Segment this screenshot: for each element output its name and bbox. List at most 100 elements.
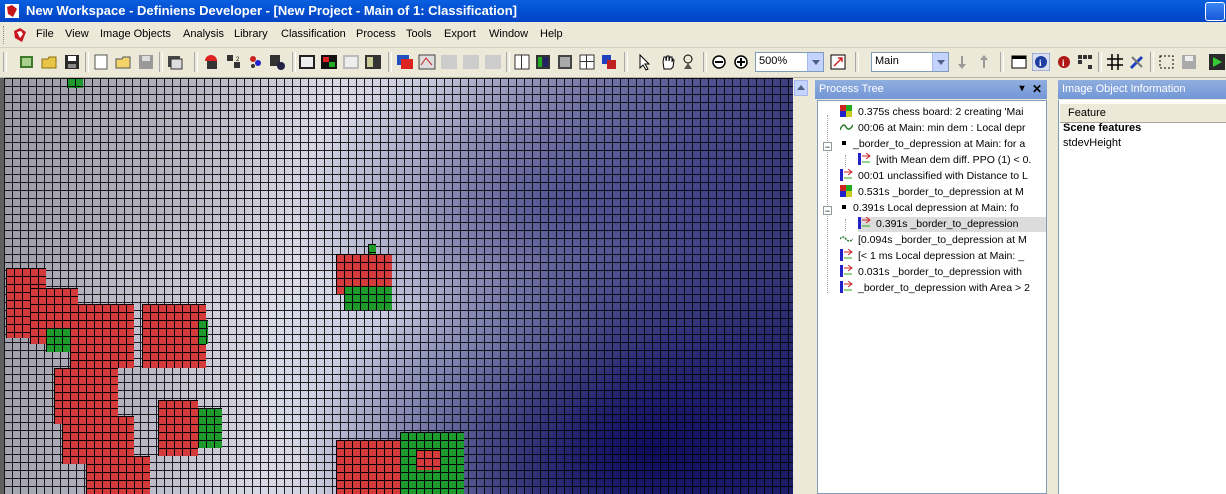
classified-object[interactable]	[198, 408, 222, 448]
close-icon[interactable]: ✕	[1030, 82, 1044, 96]
classified-object[interactable]	[142, 304, 206, 368]
classified-object[interactable]	[46, 328, 70, 352]
tools-icon[interactable]	[1128, 53, 1146, 71]
feature-column-header[interactable]: Feature	[1060, 104, 1226, 123]
classified-object[interactable]	[158, 400, 198, 456]
view-gutter	[793, 78, 815, 494]
menu-file[interactable]: File	[36, 28, 54, 40]
show-polygons-icon[interactable]	[440, 53, 458, 71]
tree-row[interactable]: 00:06 at Main: min dem : Local depr	[840, 121, 1026, 136]
menu-process[interactable]: Process	[356, 28, 396, 40]
menu-window[interactable]: Window	[489, 28, 528, 40]
level-select[interactable]: Main	[871, 52, 949, 72]
tree-row[interactable]: 00:01 unclassified with Distance to L	[840, 169, 1028, 184]
pointer-icon[interactable]	[636, 53, 654, 71]
tree-row[interactable]: _border_to_depression at Main: for a	[840, 137, 1025, 152]
collapse-icon[interactable]: −	[823, 142, 832, 152]
tree-row[interactable]: [with Mean dem diff. PPO (1) < 0.	[858, 153, 1031, 168]
new-project-icon[interactable]	[92, 53, 110, 71]
window-icon[interactable]	[1010, 53, 1028, 71]
menu-grip[interactable]	[3, 26, 7, 44]
object-info-icon[interactable]: i	[1055, 53, 1073, 71]
classified-object[interactable]	[86, 456, 150, 494]
tree-row[interactable]: 0.031s _border_to_depression with	[840, 265, 1022, 280]
menu-help[interactable]: Help	[540, 28, 563, 40]
menu-library[interactable]: Library	[234, 28, 268, 40]
zoom-level-select[interactable]: 500%	[755, 52, 824, 72]
zoom-to-window-icon[interactable]	[829, 53, 847, 71]
zoom-level-value: 500%	[759, 55, 788, 67]
menu-classification[interactable]: Classification	[281, 28, 346, 40]
image-view[interactable]	[0, 78, 793, 494]
image-object-info-panel[interactable]	[1058, 100, 1226, 494]
sample-view-icon[interactable]	[484, 53, 502, 71]
open-project-icon[interactable]	[115, 53, 133, 71]
collapse-icon[interactable]: −	[823, 206, 832, 216]
tree-row[interactable]: 0.531s _border_to_depression at M	[840, 185, 1024, 200]
tree-row-selected[interactable]: 0.391s _border_to_depression	[858, 217, 1046, 232]
document-icon[interactable]	[12, 27, 28, 43]
classified-object[interactable]	[198, 320, 208, 344]
new-workspace-icon[interactable]	[18, 53, 36, 71]
add-samples-icon[interactable]	[268, 53, 286, 71]
classified-object[interactable]	[67, 78, 83, 88]
analysis-icon[interactable]	[203, 53, 221, 71]
feature-grid-icon[interactable]	[1076, 53, 1094, 71]
select-region-icon[interactable]	[1158, 53, 1176, 71]
scene-features-group[interactable]: Scene features	[1063, 122, 1141, 134]
tree-row[interactable]: [0.094s _border_to_depression at M	[840, 233, 1027, 248]
pixel-view-icon[interactable]	[396, 53, 414, 71]
tree-row[interactable]: _border_to_depression with Area > 2	[840, 281, 1030, 296]
save-project-icon[interactable]	[137, 53, 155, 71]
level-up-arrow-icon[interactable]	[975, 53, 993, 71]
rgb-layer-icon[interactable]	[534, 53, 552, 71]
manage-data-icon[interactable]	[166, 53, 184, 71]
tree-row[interactable]: 0.375s chess board: 2 creating 'Mai	[840, 105, 1023, 120]
object-mean-icon[interactable]	[418, 53, 436, 71]
chevron-down-icon[interactable]	[807, 53, 823, 71]
open-workspace-icon[interactable]	[41, 53, 59, 71]
show-skeletons-icon[interactable]	[462, 53, 480, 71]
run-icon[interactable]	[1208, 53, 1226, 71]
zoom-area-icon[interactable]	[680, 53, 698, 71]
process-tree[interactable]: 0.375s chess board: 2 creating 'Mai 00:0…	[817, 100, 1047, 494]
feature-row-stdevheight[interactable]: stdevHeight	[1063, 137, 1121, 149]
menu-image-objects[interactable]: Image Objects	[100, 28, 171, 40]
level-down-arrow-icon[interactable]	[953, 53, 971, 71]
menu-export[interactable]: Export	[444, 28, 476, 40]
classification-view-icon[interactable]	[364, 53, 382, 71]
grid-icon[interactable]	[1106, 53, 1124, 71]
save-view-icon[interactable]	[1180, 53, 1198, 71]
outline-view-icon[interactable]	[342, 53, 360, 71]
pin-icon[interactable]: ▾	[1015, 82, 1029, 96]
tree-row[interactable]: [< 1 ms Local depression at Main: _	[840, 249, 1024, 264]
layer-stack-icon[interactable]	[600, 53, 618, 71]
single-layer-icon[interactable]	[513, 53, 531, 71]
classify-icon[interactable]	[247, 53, 265, 71]
classified-object[interactable]	[336, 440, 400, 494]
menu-view[interactable]: View	[65, 28, 89, 40]
save-workspace-icon[interactable]	[63, 53, 81, 71]
classified-object[interactable]	[416, 450, 440, 470]
classified-object[interactable]	[70, 304, 134, 368]
assign-class-icon	[858, 217, 871, 229]
layer-colors-icon[interactable]	[320, 53, 338, 71]
zoom-in-icon[interactable]	[732, 53, 750, 71]
edit-layer-mixing-icon[interactable]	[556, 53, 574, 71]
minimize-button[interactable]	[1205, 2, 1225, 21]
tree-row[interactable]: 0.391s Local depression at Main: fo	[840, 201, 1019, 216]
scroll-up-arrow[interactable]	[794, 80, 808, 96]
image-view-icon[interactable]	[298, 53, 316, 71]
classified-object[interactable]	[344, 286, 392, 310]
split-view-icon[interactable]	[578, 53, 596, 71]
assign-class-icon	[840, 169, 853, 181]
pan-hand-icon[interactable]	[659, 53, 677, 71]
analysis-level-icon[interactable]: 2	[225, 53, 243, 71]
classified-object[interactable]	[368, 244, 376, 254]
info-icon[interactable]: i	[1032, 53, 1050, 71]
menu-analysis[interactable]: Analysis	[183, 28, 224, 40]
panel-splitter[interactable]	[1047, 78, 1058, 494]
zoom-out-icon[interactable]	[710, 53, 728, 71]
chevron-down-icon[interactable]	[932, 53, 948, 71]
menu-tools[interactable]: Tools	[406, 28, 432, 40]
